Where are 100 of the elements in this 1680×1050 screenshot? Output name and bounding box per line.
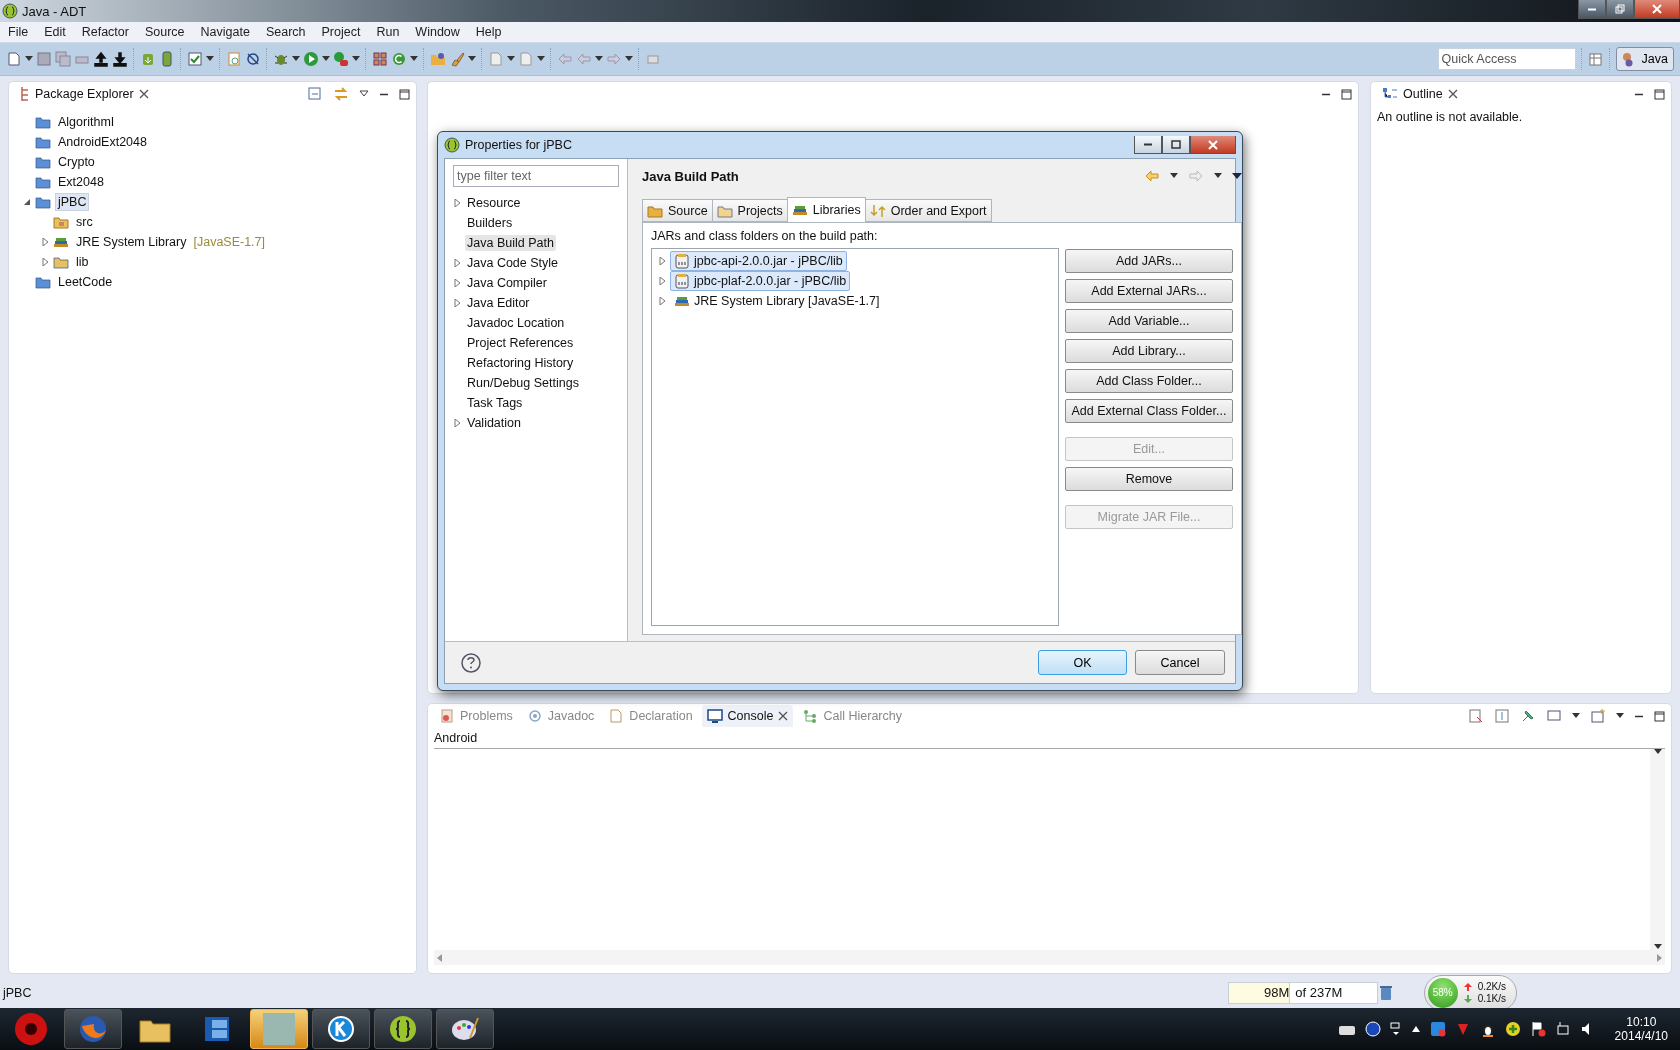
collapsed-arrow-icon[interactable] [41, 258, 49, 266]
upload-icon[interactable] [93, 51, 109, 67]
build-path-entry[interactable]: jpbc-api-2.0.0.jar - jPBC/lib [670, 251, 847, 271]
package-icon[interactable] [372, 51, 388, 67]
plus-circle-icon[interactable] [1504, 1021, 1521, 1037]
view-menu-icon[interactable] [1232, 172, 1242, 180]
build-path-entry[interactable]: JRE System Library [JavaSE-1.7] [670, 291, 884, 311]
dialog-button[interactable]: Cancel [1135, 650, 1225, 675]
menu-item[interactable]: Window [407, 25, 468, 39]
caret-icon[interactable] [292, 56, 300, 62]
minimize-icon[interactable] [1321, 92, 1331, 96]
maximize-icon[interactable] [1654, 88, 1665, 100]
restore-button[interactable] [1606, 0, 1634, 19]
view-tab[interactable]: Declaration [603, 705, 698, 727]
view-tab[interactable]: Call Hierarchy [797, 705, 907, 727]
tree-item[interactable]: Crypto [55, 153, 98, 171]
horizontal-scrollbar[interactable] [434, 950, 1665, 965]
action-button[interactable]: Add JARs... [1065, 249, 1233, 273]
nav-item[interactable]: Project References [465, 334, 576, 351]
start-orb-icon[interactable] [14, 1012, 48, 1046]
browser-icon[interactable] [78, 1014, 108, 1044]
nav-item[interactable]: Java Build Path [465, 234, 556, 251]
action-button[interactable]: Add Library... [1065, 339, 1233, 363]
collapsed-arrow-icon[interactable] [453, 198, 461, 207]
caret-icon[interactable] [468, 56, 476, 62]
tab[interactable]: Order and Export [864, 199, 992, 222]
nav-item[interactable]: Validation [465, 414, 523, 431]
tab[interactable]: Projects [711, 199, 788, 222]
action-button[interactable]: Add External JARs... [1065, 279, 1233, 303]
caret-icon[interactable] [507, 56, 515, 62]
nav-item[interactable]: Java Code Style [465, 254, 561, 271]
menu-item[interactable]: Navigate [192, 25, 258, 39]
close-button[interactable] [1634, 0, 1680, 19]
nav-item[interactable]: Refactoring History [465, 354, 576, 371]
collapsed-arrow-icon[interactable] [453, 418, 461, 427]
k-logo-icon[interactable] [326, 1014, 356, 1044]
nav-item[interactable]: Resource [465, 194, 523, 211]
dialog-button[interactable]: OK [1038, 650, 1127, 675]
caret-icon[interactable] [1214, 173, 1222, 179]
action-button[interactable]: Remove [1065, 467, 1233, 491]
maximize-icon[interactable] [399, 88, 410, 100]
download-icon[interactable] [112, 51, 128, 67]
new-document-icon[interactable] [6, 51, 22, 67]
tree-item[interactable]: Ext2048 [55, 173, 107, 191]
menu-item[interactable]: Source [136, 25, 193, 39]
view-tab[interactable]: Problems [434, 705, 518, 727]
nav-item[interactable]: Java Compiler [465, 274, 549, 291]
collapsed-arrow-icon[interactable] [41, 238, 49, 246]
tree-item[interactable]: JRE System Library [73, 233, 190, 251]
braces-logo-icon[interactable] [388, 1014, 418, 1044]
menu-item[interactable]: Refactor [73, 25, 137, 39]
flag-icon[interactable] [1529, 1021, 1546, 1037]
tree-item[interactable]: lib [73, 253, 92, 271]
caret-icon[interactable] [1616, 713, 1624, 719]
menu-item[interactable]: Help [467, 25, 510, 39]
view-menu-icon[interactable] [359, 90, 369, 98]
collapsed-arrow-icon[interactable] [658, 257, 666, 265]
pin-console-icon[interactable] [1520, 708, 1536, 724]
vertical-scrollbar[interactable] [1650, 749, 1665, 950]
maximize-icon[interactable] [1654, 710, 1665, 722]
caret-icon[interactable] [206, 56, 214, 62]
tab[interactable]: Libraries [786, 197, 866, 222]
tab[interactable]: Source [642, 199, 713, 222]
caret-icon[interactable] [595, 56, 603, 62]
close-icon[interactable] [138, 89, 149, 99]
minimize-icon[interactable] [379, 92, 389, 96]
open-perspective-icon[interactable] [1587, 51, 1604, 67]
collapsed-arrow-icon[interactable] [658, 297, 666, 305]
quick-access-field[interactable]: Quick Access [1437, 48, 1576, 70]
android-download-icon[interactable] [140, 51, 156, 67]
caret-icon[interactable] [1170, 173, 1178, 179]
collapsed-arrow-icon[interactable] [453, 278, 461, 287]
tree-item[interactable]: jPBC [55, 193, 90, 211]
network-icon[interactable] [1554, 1021, 1571, 1037]
close-icon[interactable] [1447, 89, 1458, 99]
tree-item[interactable]: src [73, 213, 96, 231]
nav-item[interactable]: Task Tags [465, 394, 525, 411]
window-icon[interactable] [1389, 1021, 1402, 1037]
tree-item[interactable]: AlgorithmI [55, 113, 118, 131]
caret-icon[interactable] [25, 56, 33, 62]
action-button[interactable]: Add External Class Folder... [1065, 399, 1233, 423]
menu-item[interactable]: Edit [36, 25, 74, 39]
nav-item[interactable]: Builders [465, 214, 515, 231]
caret-icon[interactable] [352, 56, 360, 62]
nav-item[interactable]: Run/Debug Settings [465, 374, 581, 391]
phone-icon[interactable] [159, 51, 175, 67]
caret-icon[interactable] [625, 56, 633, 62]
new-file-icon[interactable] [226, 51, 242, 67]
class-icon[interactable] [391, 51, 407, 67]
tree-item[interactable]: AndroidExt2048 [55, 133, 150, 151]
trash-icon[interactable] [1377, 984, 1394, 1001]
tree-item[interactable]: LeetCode [55, 273, 116, 291]
build-path-entry[interactable]: jpbc-plaf-2.0.0.jar - jPBC/lib [670, 271, 851, 291]
minimize-button[interactable] [1134, 136, 1162, 154]
menu-item[interactable]: File [0, 25, 37, 39]
collapsed-arrow-icon[interactable] [453, 258, 461, 267]
caret-icon[interactable] [1572, 713, 1580, 719]
minimize-icon[interactable] [1634, 714, 1644, 718]
action-button[interactable]: Add Class Folder... [1065, 369, 1233, 393]
nav-item[interactable]: Java Editor [465, 294, 532, 311]
